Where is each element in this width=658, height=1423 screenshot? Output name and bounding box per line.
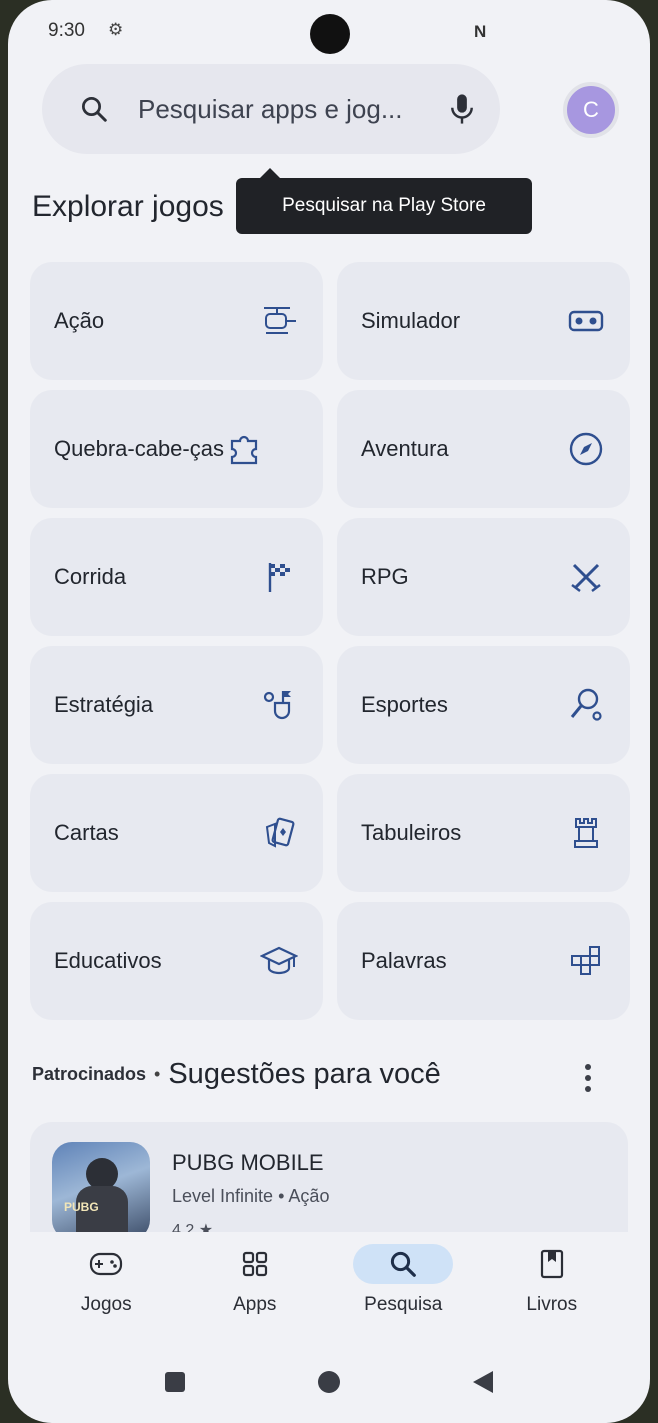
separator-dot: • [154,1063,161,1084]
avatar: C [563,82,619,138]
racket-icon [566,685,606,725]
checkered-flag-icon [259,557,299,597]
more-options-icon[interactable] [576,1056,600,1100]
tooltip: Pesquisar na Play Store [236,168,532,234]
category-label: Simulador [361,307,461,333]
category-rpg[interactable]: RPG [337,518,630,636]
app-name: PUBG MOBILE [172,1150,324,1175]
app-icon: PUBG [52,1142,150,1240]
system-navigation-bar [8,1352,650,1412]
category-label: Corrida [54,563,127,589]
search-icon [353,1244,454,1284]
category-label: Estratégia [54,691,154,717]
compass-icon [566,429,606,469]
search-bar[interactable]: Pesquisar apps e jog... [42,64,500,154]
strategy-flag-icon [259,685,299,725]
account-button[interactable]: C [556,72,626,148]
separator-dot: • [278,1186,285,1206]
category-aventura[interactable]: Aventura [337,390,630,508]
suggestions-title: Sugestões para você [168,1057,441,1090]
category-acao[interactable]: Ação [30,262,323,380]
category-label: Aventura [361,435,449,461]
category-label: RPG [361,563,409,589]
category-label: Educativos [54,947,162,973]
search-icon [74,89,114,129]
app-meta: Level Infinite • Ação [172,1186,329,1207]
category-corrida[interactable]: Corrida [30,518,323,636]
category-simulador[interactable]: Simulador [337,262,630,380]
nav-label: Jogos [80,1294,132,1315]
home-button[interactable] [307,1360,351,1404]
word-blocks-icon [566,941,606,981]
crossed-swords-icon [566,557,606,597]
bookmark-book-icon [502,1244,602,1284]
nav-label: Apps [233,1294,277,1315]
category-esportes[interactable]: Esportes [337,646,630,764]
app-developer: Level Infinite [172,1186,274,1206]
status-bar: 9:30 ⚙ N [8,0,650,56]
search-input[interactable]: Pesquisar apps e jog... [138,94,440,125]
sponsored-label: Patrocinados [32,1063,147,1084]
category-cartas[interactable]: Cartas [30,774,323,892]
gamepad-icon [56,1244,156,1284]
status-time: 9:30 [48,20,85,41]
nav-label: Livros [526,1294,578,1315]
front-camera [310,14,350,54]
category-quebra-cabecas[interactable]: Quebra-cabe-ças [30,390,323,508]
puzzle-icon [224,429,264,469]
category-educativos[interactable]: Educativos [30,902,323,1020]
mic-icon[interactable] [440,87,484,131]
gear-icon: ⚙ [108,20,124,39]
apps-grid-icon [205,1244,305,1284]
category-estrategia[interactable]: Estratégia [30,646,323,764]
helicopter-icon [259,301,299,341]
category-label: Tabuleiros [361,819,462,845]
graduation-cap-icon [259,941,299,981]
category-tabuleiros[interactable]: Tabuleiros [337,774,630,892]
category-label: Quebra-cabe-ças [54,435,224,461]
nav-livros[interactable]: Livros [492,1244,612,1316]
category-label: Palavras [361,947,447,973]
category-palavras[interactable]: Palavras [337,902,630,1020]
cards-icon [259,813,299,853]
app-genre: Ação [288,1186,330,1206]
nav-label: Pesquisa [364,1294,443,1315]
nav-pesquisa[interactable]: Pesquisa [343,1244,463,1316]
back-button[interactable] [461,1360,505,1404]
nav-jogos[interactable]: Jogos [46,1244,166,1316]
suggestions-header: Patrocinados • Sugestões para você [32,1052,632,1096]
vr-headset-icon [566,301,606,341]
phone-screen: 9:30 ⚙ N Pesquisar apps e jog... C Explo… [8,0,650,1423]
bottom-navigation: Jogos Apps Pesquisa Livros [8,1232,650,1346]
section-title: Explorar jogos [32,190,224,223]
chess-rook-icon [566,813,606,853]
category-label: Cartas [54,819,119,845]
category-label: Esportes [361,691,448,717]
nfc-icon: N [474,22,487,41]
category-grid: Ação Simulador Quebra-cabe-ças Aventura … [30,262,630,1030]
nav-apps[interactable]: Apps [195,1244,315,1316]
recents-button[interactable] [153,1360,197,1404]
category-label: Ação [54,307,105,333]
